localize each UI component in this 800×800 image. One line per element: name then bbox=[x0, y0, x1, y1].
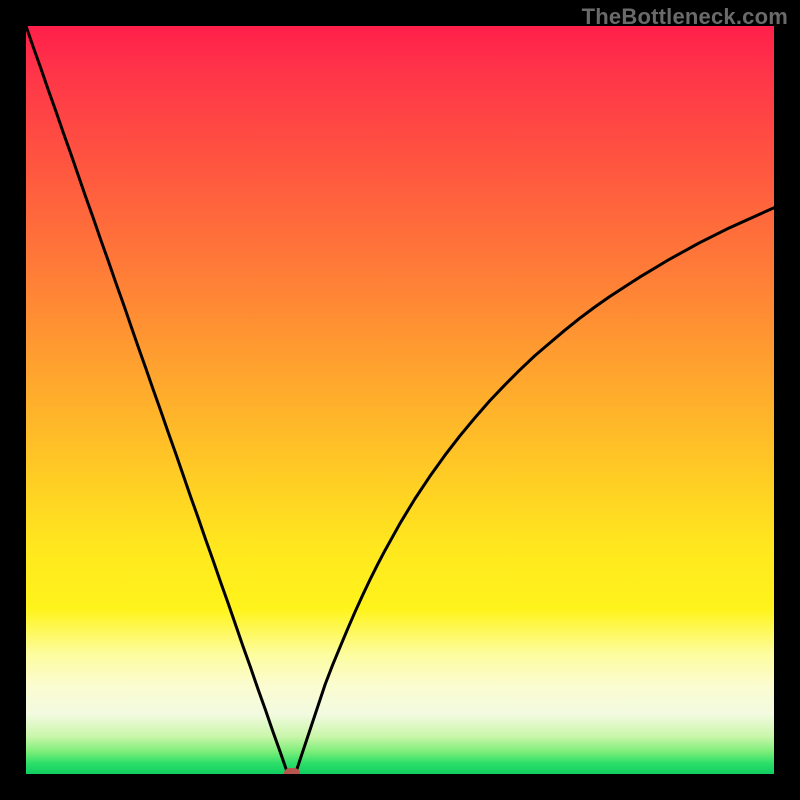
watermark-text: TheBottleneck.com bbox=[582, 4, 788, 30]
minimum-marker bbox=[284, 768, 300, 774]
bottleneck-curve bbox=[26, 26, 774, 774]
chart-frame: TheBottleneck.com bbox=[0, 0, 800, 800]
plot-area bbox=[26, 26, 774, 774]
